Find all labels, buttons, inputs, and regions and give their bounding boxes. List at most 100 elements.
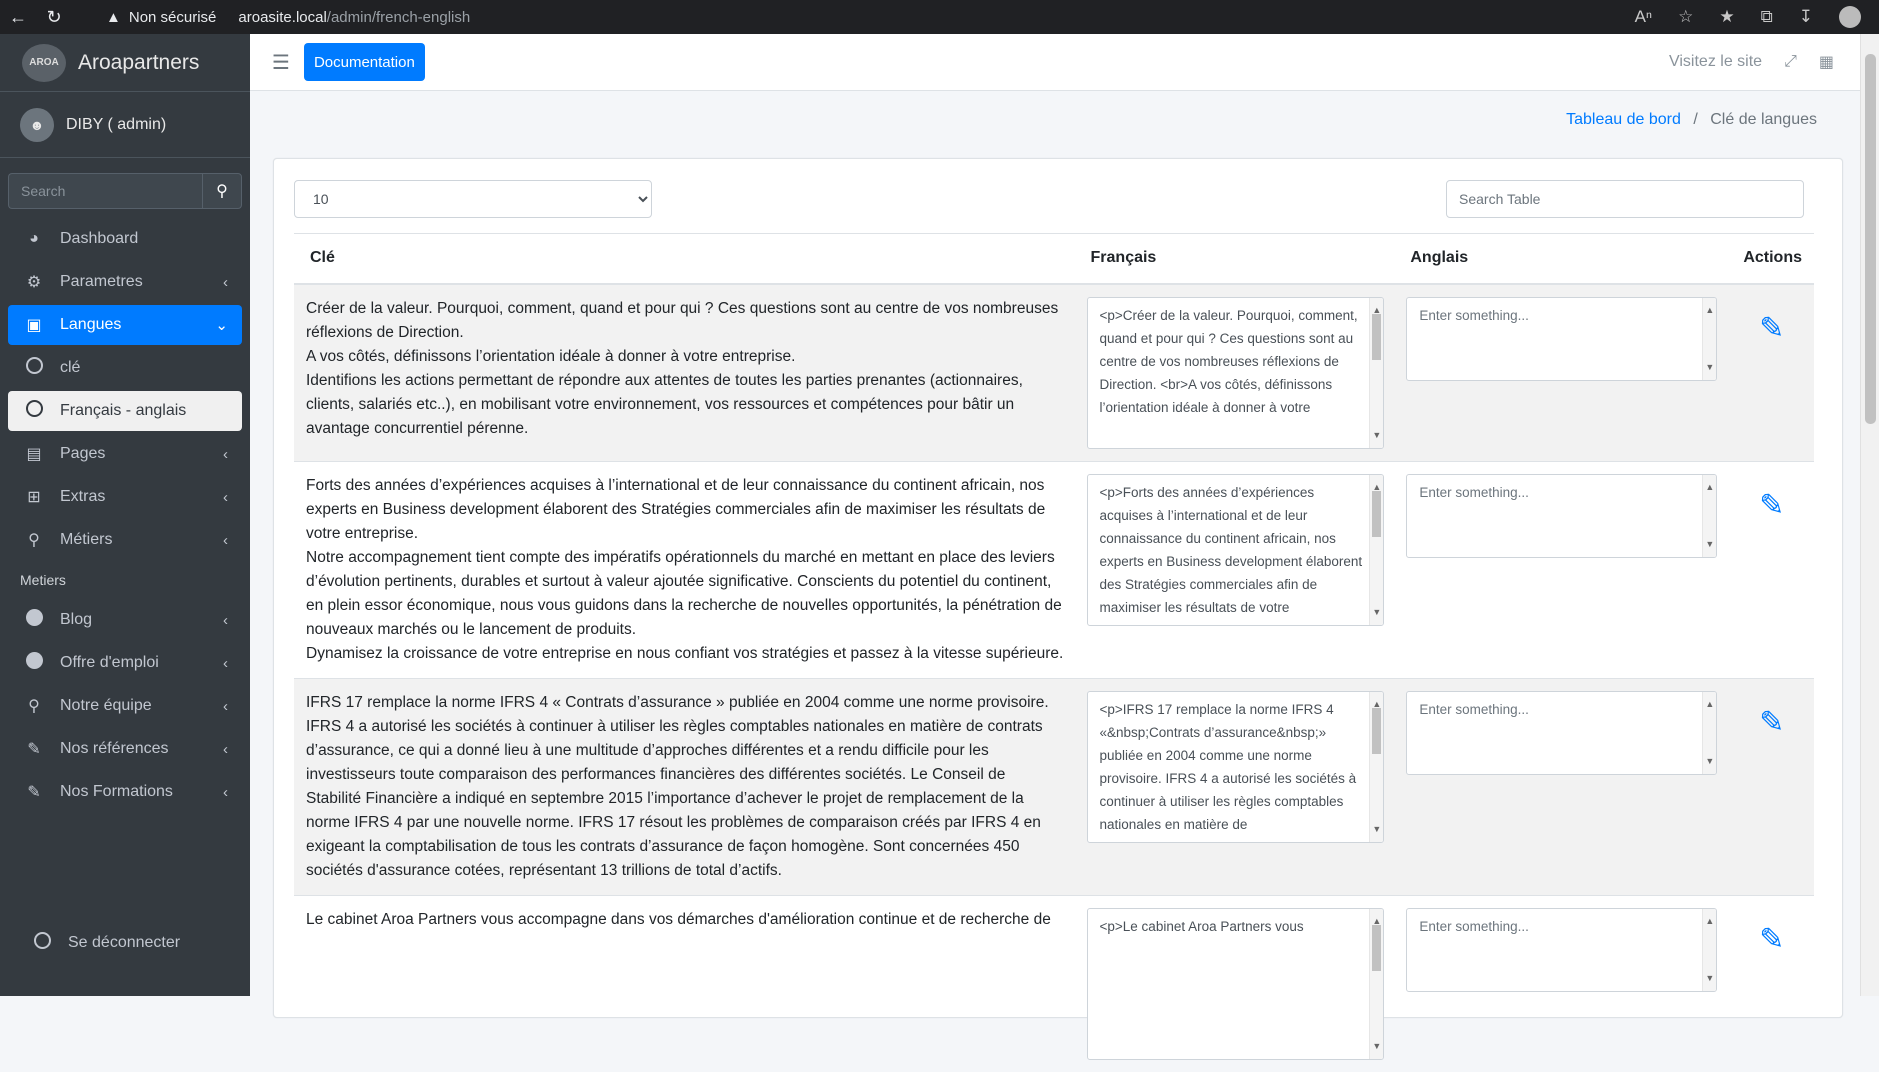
english-textarea[interactable]: Enter something... ▲ ▼: [1406, 473, 1718, 558]
documentation-button[interactable]: Documentation: [303, 43, 425, 81]
sidebar-item-label: Pages: [60, 445, 106, 462]
french-textarea[interactable]: <p>IFRS 17 remplace la norme IFRS 4 «&nb…: [1086, 690, 1385, 843]
french-cell: <p>Forts des années d’expériences acquis…: [1074, 460, 1395, 678]
sidebar-item-parametres[interactable]: ⚙ Parametres ‹: [8, 262, 242, 302]
brand-link[interactable]: AROA Aroapartners: [0, 34, 250, 92]
edit-icon: ✎: [27, 741, 41, 758]
column-header-cle[interactable]: Clé: [294, 233, 1075, 285]
url-host: aroasite.local: [238, 8, 327, 26]
textarea-scrollbar[interactable]: ▲ ▼: [1702, 908, 1717, 991]
key-cell: Le cabinet Aroa Partners vous accompagne…: [294, 894, 1075, 1072]
textarea-scrollbar[interactable]: ▲ ▼: [1702, 297, 1717, 380]
security-indicator[interactable]: ▲ Non sécurisé: [106, 9, 216, 26]
edit-icon[interactable]: ✎: [1759, 313, 1784, 343]
textarea-scrollbar[interactable]: ▲ ▼: [1369, 474, 1384, 625]
scroll-up-icon[interactable]: ▲: [1705, 476, 1714, 499]
users-cog-icon: ⚙: [26, 274, 42, 291]
english-textarea[interactable]: Enter something... ▲ ▼: [1406, 690, 1718, 775]
sidebar-item-blog[interactable]: Blog ‹: [8, 600, 242, 640]
textarea-scrollbar[interactable]: ▲ ▼: [1369, 908, 1384, 1059]
scrollbar-thumb[interactable]: [1372, 490, 1382, 537]
sidebar-item-extras[interactable]: ⊞ Extras ‹: [8, 477, 242, 517]
french-text: <p>Le cabinet Aroa Partners vous: [1099, 918, 1304, 934]
scrollbar-thumb[interactable]: [1372, 707, 1382, 754]
chevron-left-icon: ‹: [223, 654, 228, 672]
sidebar-search: ⚲: [8, 173, 242, 209]
textarea-scrollbar[interactable]: ▲ ▼: [1702, 474, 1717, 557]
scroll-down-icon[interactable]: ▼: [1705, 356, 1714, 379]
address-bar[interactable]: aroasite.local/admin/french-english: [238, 9, 470, 26]
scroll-down-icon[interactable]: ▼: [1705, 533, 1714, 556]
scroll-down-icon[interactable]: ▼: [1372, 1035, 1381, 1058]
fullscreen-icon[interactable]: ⤢: [1784, 53, 1797, 71]
french-textarea[interactable]: <p>Forts des années d’expériences acquis…: [1086, 473, 1385, 626]
grid-icon[interactable]: ▦: [1819, 52, 1834, 72]
user-panel[interactable]: ☻ DIBY ( admin): [0, 92, 250, 158]
french-text: <p>Créer de la valeur. Pourquoi, comment…: [1099, 307, 1358, 415]
textarea-scrollbar[interactable]: ▲ ▼: [1369, 297, 1384, 448]
downloads-icon[interactable]: ↧: [1799, 7, 1813, 27]
english-textarea[interactable]: Enter something... ▲ ▼: [1406, 296, 1718, 381]
sidebar-item-cle[interactable]: clé: [8, 348, 242, 388]
add-favorite-icon[interactable]: ☆: [1678, 7, 1693, 27]
scroll-up-icon[interactable]: ▲: [1705, 299, 1714, 322]
key-text: Forts des années d’expériences acquises …: [306, 476, 1064, 662]
sidebar-item-francais-anglais[interactable]: Français - anglais: [8, 391, 242, 431]
column-header-anglais[interactable]: Anglais: [1394, 233, 1728, 285]
edit-icon[interactable]: ✎: [1759, 490, 1784, 520]
sidebar-item-nos-references[interactable]: ✎ Nos références ‹: [8, 729, 242, 769]
scrollbar-thumb[interactable]: [1372, 924, 1382, 971]
scroll-down-icon[interactable]: ▼: [1372, 424, 1381, 447]
french-textarea[interactable]: <p>Le cabinet Aroa Partners vous ▲ ▼: [1086, 907, 1385, 1060]
sidebar-item-label: Nos références: [60, 740, 169, 757]
textarea-scrollbar[interactable]: ▲ ▼: [1369, 691, 1384, 842]
sidebar-item-label: Offre d'emploi: [60, 654, 159, 671]
column-header-actions: Actions: [1727, 233, 1814, 285]
reload-icon[interactable]: ↻: [36, 7, 72, 28]
english-cell: Enter something... ▲ ▼: [1394, 894, 1728, 1072]
back-icon[interactable]: ←: [0, 7, 36, 28]
english-cell: Enter something... ▲ ▼: [1394, 677, 1728, 895]
key-cell: IFRS 17 remplace la norme IFRS 4 « Contr…: [294, 677, 1075, 895]
logout-link[interactable]: Se déconnecter: [16, 923, 234, 963]
key-text: Créer de la valeur. Pourquoi, comment, q…: [306, 299, 1059, 437]
scrollbar-thumb[interactable]: [1865, 54, 1876, 424]
favorites-icon[interactable]: ★: [1719, 7, 1734, 27]
english-textarea[interactable]: Enter something... ▲ ▼: [1406, 907, 1718, 992]
sidebar-item-metiers[interactable]: ⚲ Métiers ‹: [8, 520, 242, 560]
sidebar-item-offre-emploi[interactable]: Offre d'emploi ‹: [8, 643, 242, 683]
scroll-up-icon[interactable]: ▲: [1705, 693, 1714, 716]
scroll-down-icon[interactable]: ▼: [1372, 818, 1381, 841]
read-aloud-icon[interactable]: Aⁿ: [1635, 7, 1653, 27]
scroll-down-icon[interactable]: ▼: [1705, 967, 1714, 990]
sidebar-item-pages[interactable]: ▤ Pages ‹: [8, 434, 242, 474]
profile-avatar[interactable]: [1839, 6, 1861, 28]
column-header-francais[interactable]: Français: [1074, 233, 1395, 285]
sidebar-item-label: Blog: [60, 611, 93, 628]
sidebar-item-langues[interactable]: ▣ Langues ⌄: [8, 305, 242, 345]
breadcrumb-current: Clé de langues: [1710, 111, 1817, 128]
sidebar-search-input[interactable]: [8, 173, 202, 209]
scroll-down-icon[interactable]: ▼: [1372, 601, 1381, 624]
french-textarea[interactable]: <p>Créer de la valeur. Pourquoi, comment…: [1086, 296, 1385, 449]
textarea-scrollbar[interactable]: ▲ ▼: [1702, 691, 1717, 774]
edit-icon[interactable]: ✎: [1759, 924, 1784, 954]
key-text: Le cabinet Aroa Partners vous accompagne…: [306, 910, 1051, 928]
page-size-select[interactable]: 10: [294, 180, 652, 218]
breadcrumb-home-link[interactable]: Tableau de bord: [1566, 111, 1681, 128]
page-scrollbar[interactable]: [1860, 34, 1879, 996]
sidebar-item-nos-formations[interactable]: ✎ Nos Formations ‹: [8, 772, 242, 812]
search-icon[interactable]: ⚲: [202, 173, 242, 209]
sidebar-item-dashboard[interactable]: ◕ Dashboard: [8, 219, 242, 259]
collections-icon[interactable]: ⧉: [1761, 7, 1773, 27]
table-search-input[interactable]: [1446, 180, 1804, 218]
visit-site-link[interactable]: Visitez le site: [1669, 53, 1762, 71]
scrollbar-thumb[interactable]: [1372, 313, 1382, 360]
edit-icon[interactable]: ✎: [1759, 707, 1784, 737]
sidebar-item-notre-equipe[interactable]: ⚲ Notre équipe ‹: [8, 686, 242, 726]
scroll-up-icon[interactable]: ▲: [1705, 910, 1714, 933]
chevron-left-icon: ‹: [223, 531, 228, 549]
english-placeholder: Enter something...: [1419, 701, 1529, 717]
scroll-down-icon[interactable]: ▼: [1705, 750, 1714, 773]
hamburger-menu-icon[interactable]: ☰: [272, 50, 290, 75]
